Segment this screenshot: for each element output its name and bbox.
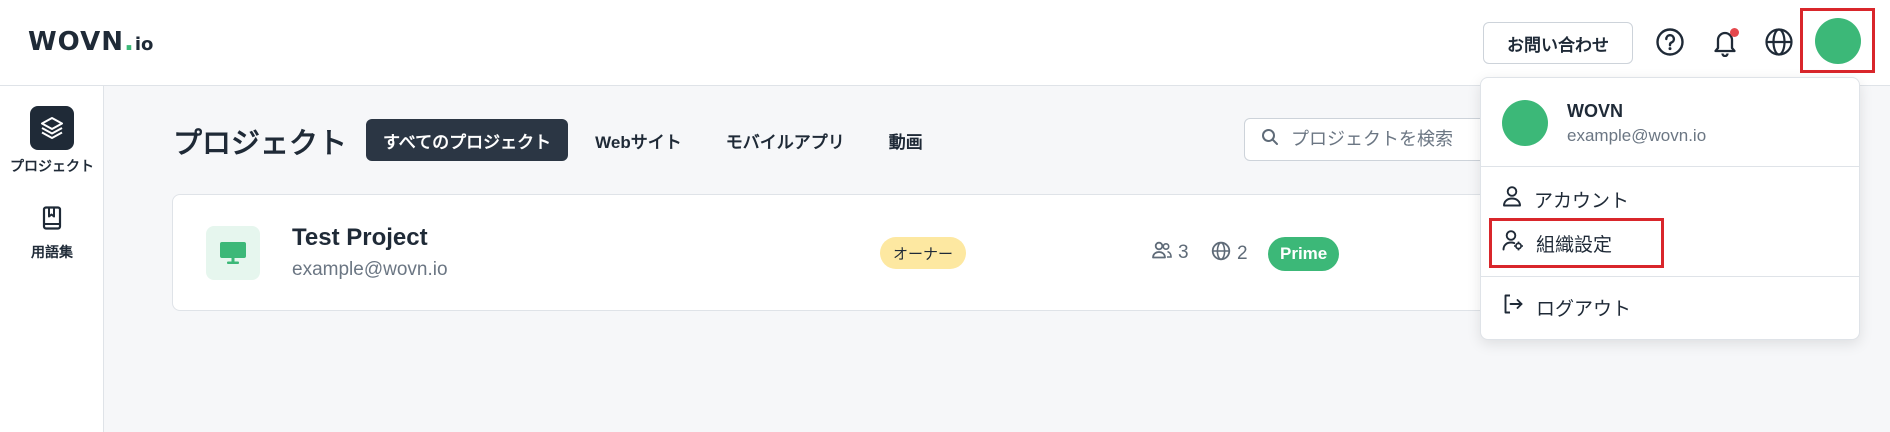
user-avatar-button[interactable] (1814, 17, 1861, 64)
menu-item-label: ログアウト (1536, 298, 1632, 320)
search-icon (1261, 128, 1279, 151)
language-count-value: 2 (1237, 243, 1248, 264)
tab-mobile-apps[interactable]: モバイルアプリ (709, 119, 862, 161)
menu-divider (1481, 276, 1859, 277)
menu-item-account[interactable]: アカウント (1502, 184, 1629, 214)
role-badge: オーナー (880, 237, 967, 269)
project-card[interactable]: Test Project example@wovn.io オーナー 3 2 Pr… (172, 194, 1512, 311)
sidebar-item-glossary[interactable]: 用語集 (0, 196, 104, 262)
users-icon (1152, 241, 1172, 265)
menu-divider (1481, 166, 1859, 167)
member-count: 3 (1152, 241, 1189, 265)
user-settings-icon (1502, 229, 1524, 257)
member-count-value: 3 (1178, 242, 1189, 263)
sidebar-item-label: プロジェクト (10, 158, 94, 174)
avatar-highlight (1800, 8, 1875, 73)
contact-button[interactable]: お問い合わせ (1483, 22, 1633, 64)
sidebar-item-projects[interactable]: プロジェクト (0, 106, 104, 176)
logout-icon (1502, 293, 1524, 321)
globe-icon[interactable] (1762, 25, 1796, 59)
tab-all-projects[interactable]: すべてのプロジェクト (366, 119, 569, 161)
project-email: example@wovn.io (292, 259, 448, 280)
menu-user-email: example@wovn.io (1567, 126, 1707, 145)
layers-icon (30, 106, 74, 150)
menu-item-logout[interactable]: ログアウト (1502, 292, 1631, 322)
desktop-icon (206, 226, 260, 280)
book-icon (30, 196, 74, 240)
bell-icon[interactable] (1708, 25, 1742, 59)
sidebar-item-label: 用語集 (31, 244, 73, 260)
language-count: 2 (1211, 241, 1248, 267)
globe-icon (1211, 241, 1231, 267)
user-icon (1502, 185, 1522, 213)
top-header: WOVN.io お問い合わせ (0, 0, 1890, 86)
sidebar: プロジェクト 用語集 (0, 86, 104, 432)
tab-videos[interactable]: 動画 (872, 119, 940, 161)
search-input[interactable] (1291, 129, 1481, 150)
project-name[interactable]: Test Project (292, 224, 428, 252)
wovn-logo[interactable]: WOVN.io (28, 27, 153, 57)
logo-dot: . (123, 27, 135, 57)
plan-badge: Prime (1268, 237, 1340, 271)
project-tabs: すべてのプロジェクト Webサイト モバイルアプリ 動画 (366, 119, 950, 161)
menu-item-label: アカウント (1534, 190, 1630, 212)
logo-text: WOVN (28, 27, 124, 57)
page-title: プロジェクト (173, 128, 348, 160)
tab-websites[interactable]: Webサイト (578, 119, 699, 161)
menu-user-name: WOVN (1567, 101, 1623, 121)
account-menu: WOVN example@wovn.io アカウント 組織設定 ログアウト (1480, 77, 1860, 340)
project-search (1244, 118, 1494, 161)
notification-dot (1730, 28, 1739, 37)
help-icon[interactable] (1653, 25, 1687, 59)
logo-suffix: io (134, 34, 154, 55)
menu-avatar (1502, 100, 1548, 146)
menu-item-label: 組織設定 (1536, 234, 1613, 256)
menu-item-org-settings[interactable]: 組織設定 (1502, 228, 1612, 258)
